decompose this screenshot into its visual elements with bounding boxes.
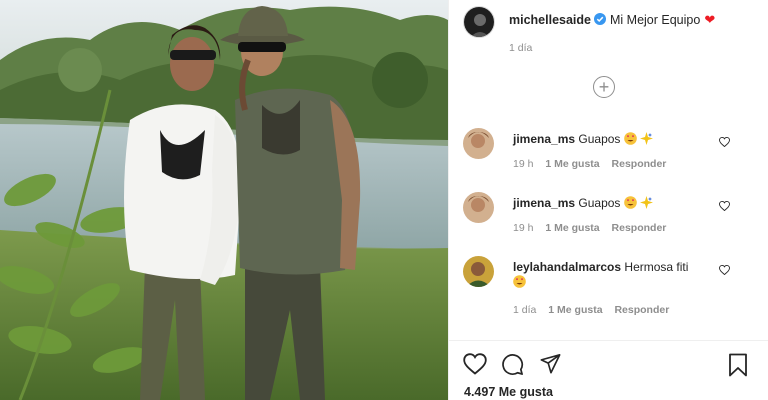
post-likes-count[interactable]: 4.497 Me gusta <box>464 385 553 399</box>
author-username[interactable]: michellesaide <box>509 13 591 27</box>
caption-timestamp: 1 día <box>509 42 533 54</box>
comment-likes-count[interactable]: 1 Me gusta <box>548 304 602 316</box>
sparkles-emoji-icon <box>640 196 654 209</box>
load-more-comments-button[interactable]: + <box>593 76 615 98</box>
comment-body: leylahandalmarcos Hermosa fiti <box>513 260 721 290</box>
comment-body: jimena_ms Guapos <box>513 196 721 211</box>
comment-like-heart-icon[interactable] <box>719 134 730 152</box>
verified-badge-icon <box>594 12 606 28</box>
comment-meta: 19 h 1 Me gusta Responder <box>513 222 675 234</box>
comment-icon[interactable] <box>501 353 524 381</box>
comment-timestamp: 1 día <box>513 304 537 316</box>
commenter-username[interactable]: leylahandalmarcos <box>513 260 621 274</box>
post-photo-illustration <box>0 0 448 400</box>
reply-button[interactable]: Responder <box>612 158 667 170</box>
comment-likes-count[interactable]: 1 Me gusta <box>545 222 599 234</box>
comment-meta: 1 día 1 Me gusta Responder <box>513 304 678 316</box>
comment-meta: 19 h 1 Me gusta Responder <box>513 158 675 170</box>
author-avatar[interactable] <box>463 6 495 38</box>
comment-like-heart-icon[interactable] <box>719 198 730 216</box>
heart-outline-icon[interactable] <box>463 353 487 380</box>
commenter-username[interactable]: jimena_ms <box>513 132 575 146</box>
paper-plane-icon[interactable] <box>539 353 562 380</box>
caption-text: Mi Mejor Equipo <box>610 13 701 27</box>
comment-text: Guapos <box>578 196 621 210</box>
comment-body: jimena_ms Guapos <box>513 132 721 147</box>
comment-text: Hermosa fiti <box>624 260 689 274</box>
heart-eyes-emoji-icon <box>623 132 637 145</box>
commenter-avatar[interactable] <box>463 192 494 223</box>
commenter-avatar[interactable] <box>463 256 494 287</box>
post-actions-bar: 4.497 Me gusta <box>449 340 768 400</box>
comment-timestamp: 19 h <box>513 158 534 170</box>
bookmark-icon[interactable] <box>728 353 748 382</box>
comment-likes-count[interactable]: 1 Me gusta <box>545 158 599 170</box>
comment-like-heart-icon[interactable] <box>719 262 730 280</box>
red-heart-emoji-icon: ❤ <box>704 12 716 27</box>
caption-line: michellesaide Mi Mejor Equipo ❤ <box>509 12 715 28</box>
reply-button[interactable]: Responder <box>614 304 669 316</box>
post-photo[interactable] <box>0 0 448 400</box>
comment-timestamp: 19 h <box>513 222 534 234</box>
commenter-avatar[interactable] <box>463 128 494 159</box>
comment-text: Guapos <box>578 132 621 146</box>
plus-circle-icon: + <box>598 77 610 97</box>
commenter-username[interactable]: jimena_ms <box>513 196 575 210</box>
sparkles-emoji-icon <box>640 132 654 145</box>
post-panel: michellesaide Mi Mejor Equipo ❤ 1 día + … <box>448 0 768 400</box>
heart-eyes-emoji-icon <box>513 275 526 288</box>
reply-button[interactable]: Responder <box>612 222 667 234</box>
heart-eyes-emoji-icon <box>623 196 637 209</box>
post-caption: michellesaide Mi Mejor Equipo ❤ <box>463 6 715 38</box>
